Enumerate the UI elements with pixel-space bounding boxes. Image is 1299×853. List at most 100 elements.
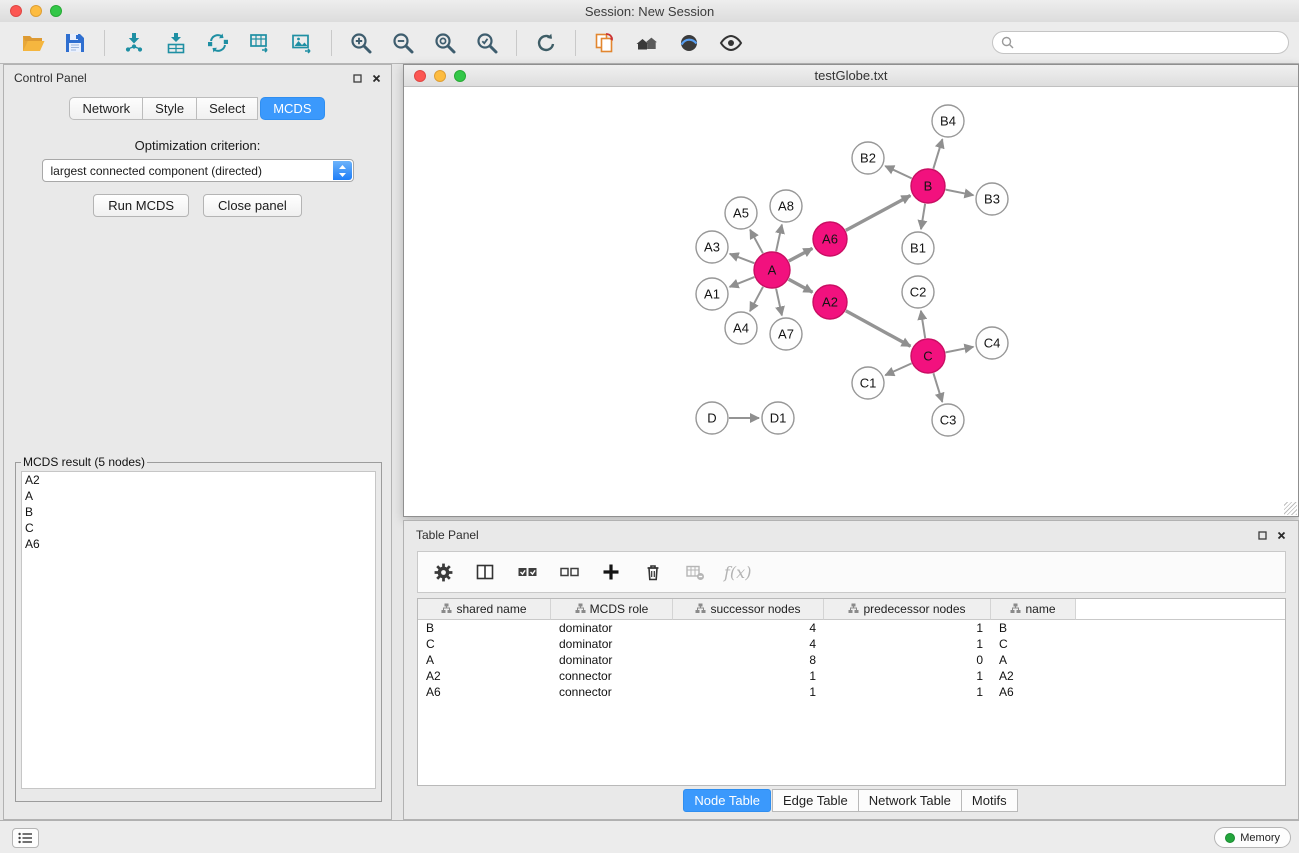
column-header-name[interactable]: name	[991, 599, 1076, 620]
mcds-result-item[interactable]: B	[22, 504, 375, 520]
graph-edge-C-C3[interactable]	[933, 373, 942, 402]
export-image-button[interactable]	[281, 25, 323, 61]
import-table-button[interactable]	[155, 25, 197, 61]
import-network-button[interactable]	[113, 25, 155, 61]
graph-edge-C-C2[interactable]	[921, 311, 925, 338]
memory-button[interactable]: Memory	[1214, 827, 1291, 848]
save-session-button[interactable]	[54, 25, 96, 61]
refresh-view-button[interactable]	[525, 25, 567, 61]
graph-edge-C-C1[interactable]	[885, 363, 911, 375]
cell-mcds-role[interactable]: connector	[551, 684, 673, 700]
cell-successor-nodes[interactable]: 1	[673, 684, 824, 700]
tab-motifs[interactable]: Motifs	[961, 789, 1018, 812]
graph-edge-B-B4[interactable]	[933, 139, 942, 169]
graph-edge-A-A1[interactable]	[730, 277, 755, 287]
graph-edge-A-A4[interactable]	[750, 287, 763, 311]
cell-successor-nodes[interactable]: 4	[673, 620, 824, 636]
graph-edge-C-C4[interactable]	[946, 347, 974, 353]
cell-successor-nodes[interactable]: 1	[673, 668, 824, 684]
network-canvas[interactable]: B4B2BB3A5A8A6B1A3AC2A1A2A4A7C4CC1C3DD1	[404, 87, 1298, 516]
mcds-result-item[interactable]: A	[22, 488, 375, 504]
show-columns-button[interactable]	[472, 559, 498, 585]
minimize-network-window-button[interactable]	[434, 70, 446, 82]
window-resize-grip[interactable]	[1284, 502, 1297, 515]
minimize-window-button[interactable]	[30, 5, 42, 17]
cell-shared-name[interactable]: A6	[418, 684, 551, 700]
cell-name[interactable]: A	[991, 652, 1076, 668]
network-graph[interactable]: B4B2BB3A5A8A6B1A3AC2A1A2A4A7C4CC1C3DD1	[404, 87, 1298, 516]
mcds-result-list[interactable]: A2ABCA6	[21, 471, 376, 789]
graph-edge-A6-B[interactable]	[846, 196, 911, 231]
cell-name[interactable]: B	[991, 620, 1076, 636]
cell-name[interactable]: A2	[991, 668, 1076, 684]
cell-mcds-role[interactable]: connector	[551, 668, 673, 684]
cell-successor-nodes[interactable]: 8	[673, 652, 824, 668]
graph-edge-B-B2[interactable]	[885, 166, 912, 178]
graph-edge-A-A2[interactable]	[789, 279, 813, 292]
float-panel-button[interactable]	[353, 74, 362, 83]
cell-predecessor-nodes[interactable]: 1	[824, 636, 991, 652]
task-history-button[interactable]	[12, 828, 39, 848]
export-table-button[interactable]	[239, 25, 281, 61]
cell-name[interactable]: A6	[991, 684, 1076, 700]
graph-edge-A-A8[interactable]	[776, 225, 782, 252]
tab-network[interactable]: Network	[69, 97, 143, 120]
zoom-selected-button[interactable]	[466, 25, 508, 61]
table-row[interactable]: A2connector11A2	[418, 668, 1285, 684]
cell-shared-name[interactable]: C	[418, 636, 551, 652]
cell-mcds-role[interactable]: dominator	[551, 636, 673, 652]
zoom-out-button[interactable]	[382, 25, 424, 61]
search-field[interactable]	[992, 31, 1289, 54]
tab-network-table[interactable]: Network Table	[858, 789, 962, 812]
new-network-button[interactable]	[197, 25, 239, 61]
close-mcds-panel-button[interactable]: Close panel	[203, 194, 302, 217]
table-row[interactable]: Adominator80A	[418, 652, 1285, 668]
tab-edge-table[interactable]: Edge Table	[772, 789, 859, 812]
close-table-panel-button[interactable]	[1277, 528, 1286, 543]
zoom-window-button[interactable]	[50, 5, 62, 17]
zoom-network-window-button[interactable]	[454, 70, 466, 82]
deselect-all-rows-button[interactable]	[556, 559, 582, 585]
column-header-successor-nodes[interactable]: successor nodes	[673, 599, 824, 620]
mcds-result-item[interactable]: C	[22, 520, 375, 536]
graph-edge-A-A7[interactable]	[776, 289, 782, 316]
close-panel-button[interactable]	[372, 74, 381, 83]
cell-predecessor-nodes[interactable]: 1	[824, 620, 991, 636]
table-row[interactable]: Cdominator41C	[418, 636, 1285, 652]
column-header-shared-name[interactable]: shared name	[418, 599, 551, 620]
copy-view-button[interactable]	[584, 25, 626, 61]
zoom-fit-button[interactable]	[424, 25, 466, 61]
cell-shared-name[interactable]: B	[418, 620, 551, 636]
graph-edge-A-A6[interactable]	[789, 248, 813, 261]
open-session-button[interactable]	[12, 25, 54, 61]
tab-style[interactable]: Style	[142, 97, 197, 120]
run-mcds-button[interactable]: Run MCDS	[93, 194, 189, 217]
add-column-button[interactable]	[598, 559, 624, 585]
mcds-result-item[interactable]: A6	[22, 536, 375, 552]
tab-mcds[interactable]: MCDS	[260, 97, 324, 120]
search-input[interactable]	[1019, 32, 1288, 53]
tab-node-table[interactable]: Node Table	[683, 789, 771, 812]
tab-select[interactable]: Select	[196, 97, 258, 120]
cell-predecessor-nodes[interactable]: 1	[824, 668, 991, 684]
column-header-mcds-role[interactable]: MCDS role	[551, 599, 673, 620]
cell-mcds-role[interactable]: dominator	[551, 652, 673, 668]
graph-edge-B-B1[interactable]	[921, 204, 925, 229]
first-neighbors-button[interactable]	[626, 25, 668, 61]
apply-style-button[interactable]	[668, 25, 710, 61]
graph-edge-A-A5[interactable]	[750, 230, 763, 254]
table-row[interactable]: Bdominator41B	[418, 620, 1285, 636]
close-window-button[interactable]	[10, 5, 22, 17]
column-header-predecessor-nodes[interactable]: predecessor nodes	[824, 599, 991, 620]
graph-edge-A2-C[interactable]	[846, 311, 911, 347]
table-row[interactable]: A6connector11A6	[418, 684, 1285, 700]
float-table-panel-button[interactable]	[1258, 528, 1267, 543]
cell-successor-nodes[interactable]: 4	[673, 636, 824, 652]
cell-predecessor-nodes[interactable]: 0	[824, 652, 991, 668]
select-all-rows-button[interactable]	[514, 559, 540, 585]
cell-shared-name[interactable]: A2	[418, 668, 551, 684]
show-hide-graphics-button[interactable]	[710, 25, 752, 61]
cell-mcds-role[interactable]: dominator	[551, 620, 673, 636]
cell-shared-name[interactable]: A	[418, 652, 551, 668]
mcds-result-item[interactable]: A2	[22, 472, 375, 488]
